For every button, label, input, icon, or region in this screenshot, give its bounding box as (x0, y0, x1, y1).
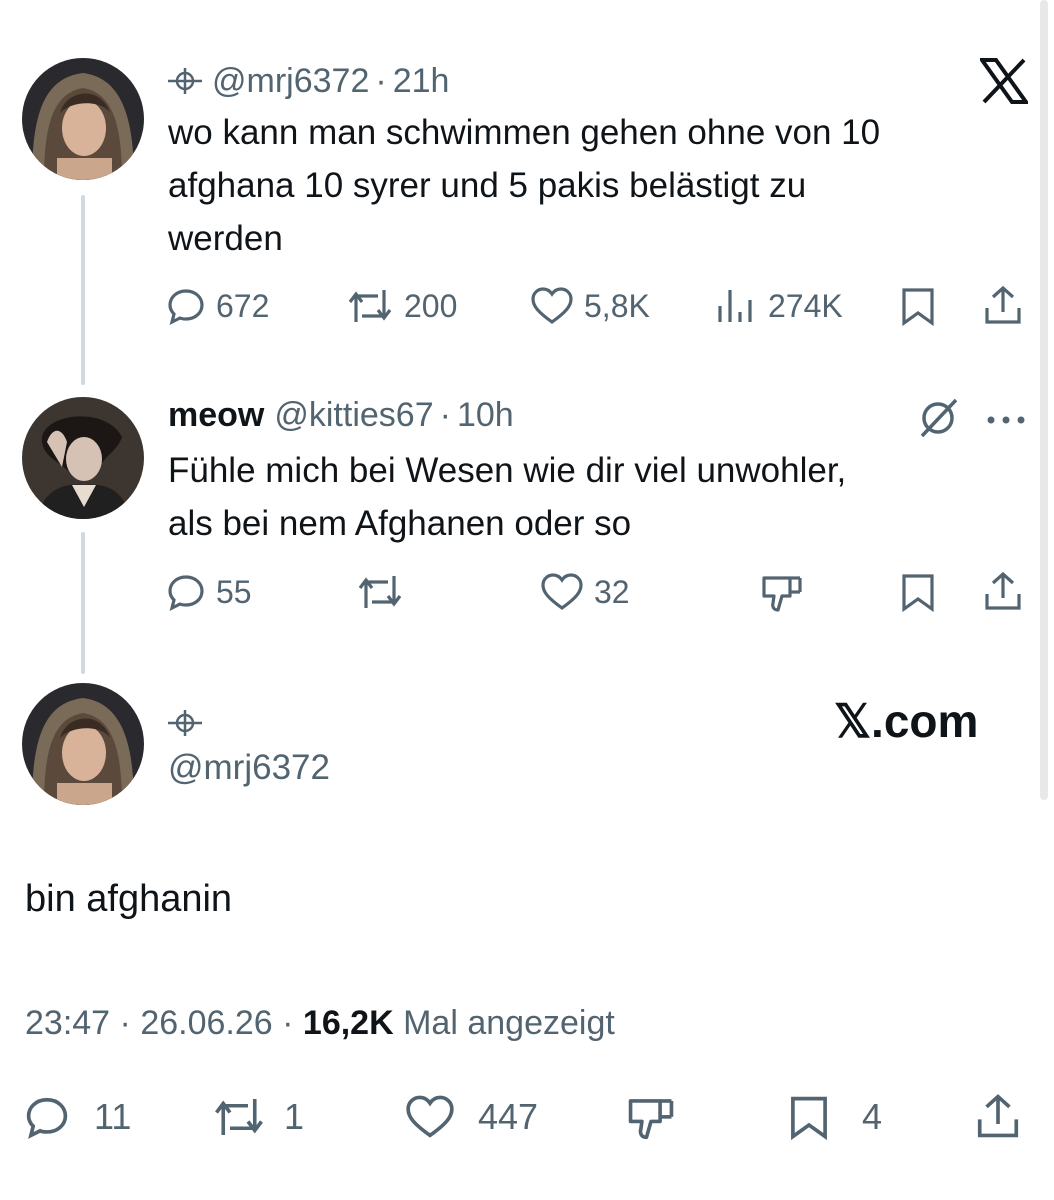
scrollbar[interactable] (1040, 0, 1048, 800)
tweet-actions: 11 1 447 4 (0, 1086, 1054, 1146)
like-button[interactable]: 447 (404, 1094, 538, 1140)
share-icon (977, 1094, 1019, 1138)
views-icon (718, 290, 752, 322)
share-button[interactable] (974, 1092, 1022, 1140)
like-button[interactable]: 32 (540, 572, 630, 612)
tweet-header: @mrj6372 · 21h (168, 62, 449, 101)
repost-icon (348, 290, 392, 322)
reply-button[interactable]: 11 (24, 1094, 131, 1140)
tweet-header: meow @kitties67 · 10h (168, 396, 514, 435)
avatar[interactable] (22, 58, 144, 180)
bookmark-button[interactable] (898, 286, 938, 326)
reply-icon (168, 289, 204, 325)
reply-button[interactable]: 672 (166, 286, 269, 326)
tweet-text: Fühle mich bei Wesen wie dir viel unwohl… (168, 451, 847, 543)
views-button[interactable]: 274K (716, 286, 843, 326)
tweet-time[interactable]: 21h (393, 62, 450, 101)
view-count-label: Mal angezeigt (403, 1004, 615, 1042)
bookmark-button[interactable]: 4 (786, 1094, 882, 1140)
downvote-button[interactable] (626, 1094, 676, 1142)
like-icon (531, 287, 573, 324)
tweet-actions: 55 32 (0, 562, 1054, 622)
x-logo-icon (978, 58, 1030, 109)
avatar[interactable] (22, 683, 144, 805)
share-icon (985, 571, 1021, 610)
more-icon[interactable] (986, 412, 1026, 430)
like-icon (406, 1095, 454, 1138)
main-tweet-text: bin afghanin (25, 878, 233, 920)
crosshair-icon (168, 708, 202, 743)
brand-label: 𝕏.com (834, 695, 979, 747)
tweet-handle[interactable]: @kitties67 (274, 396, 433, 435)
author-handle[interactable]: @mrj6372 (168, 748, 330, 788)
tweet-date[interactable]: 26.06.26 (140, 1004, 272, 1042)
bookmark-icon (791, 1096, 827, 1140)
tweet-time[interactable]: 10h (457, 396, 514, 435)
bookmark-icon (902, 288, 934, 326)
reply-icon (26, 1097, 68, 1139)
share-button[interactable] (982, 570, 1024, 612)
like-button[interactable]: 5,8K (530, 286, 650, 326)
tweet-author-name[interactable]: meow (168, 396, 264, 435)
tweet-actions: 672 200 5,8K 274K (0, 276, 1054, 336)
repost-icon (358, 576, 402, 608)
downvote-button[interactable] (760, 572, 804, 614)
tweet-meta: 23:47 · 26.06.26 · 16,2K Mal angezeigt (25, 1004, 615, 1042)
reply-button[interactable]: 55 (166, 572, 252, 612)
downvote-icon (762, 576, 802, 612)
reply-icon (168, 575, 204, 611)
grok-icon[interactable] (916, 396, 960, 445)
like-icon (541, 573, 583, 610)
share-icon (985, 285, 1021, 324)
repost-button[interactable]: 200 (346, 286, 457, 326)
tweet-handle[interactable]: @mrj6372 (212, 62, 369, 101)
bookmark-button[interactable] (898, 572, 938, 612)
repost-button[interactable]: 1 (212, 1094, 304, 1140)
crosshair-icon (168, 66, 202, 96)
share-button[interactable] (982, 284, 1024, 326)
repost-button[interactable] (356, 572, 404, 612)
tweet-time[interactable]: 23:47 (25, 1004, 110, 1042)
bookmark-icon (902, 574, 934, 612)
repost-icon (215, 1099, 263, 1135)
downvote-icon (628, 1099, 674, 1140)
avatar[interactable] (22, 397, 144, 519)
view-count: 16,2K (302, 1004, 394, 1042)
tweet-text: wo kann man schwimmen gehen ohne von 10 … (168, 113, 881, 258)
